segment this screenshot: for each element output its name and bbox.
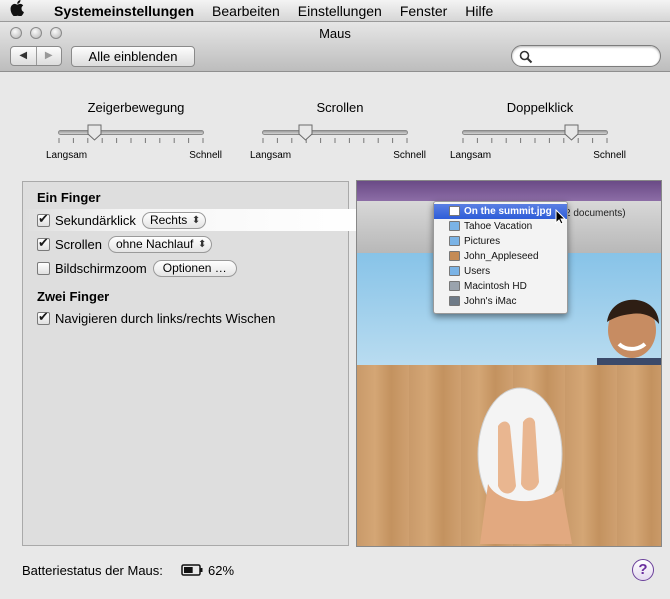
preferences-window: Maus ◀ ▶ Alle einblenden Zeigerbewegung … [0,22,670,599]
back-forward-control: ◀ ▶ [10,46,62,66]
slider-max-label: Schnell [189,150,222,161]
slider-max-label: Schnell [393,150,426,161]
path-menu-item-label: Macintosh HD [464,281,527,292]
secondary-click-row: Sekundärklick Rechts [37,210,207,230]
menu-app-name[interactable]: Systemeinstellungen [34,3,203,19]
slider-ticks [262,138,408,143]
folder-icon [449,266,460,276]
path-menu-item-label: John's iMac [464,296,517,307]
scrolling-popup[interactable]: ohne Nachlauf [107,235,213,253]
path-menu-item[interactable]: John_Appleseed [434,249,567,264]
window-title: Maus [319,26,351,41]
path-menu-item-label: John_Appleseed [464,251,539,262]
computer-icon [449,296,460,306]
window-toolbar: Maus ◀ ▶ Alle einblenden [0,22,670,72]
home-icon [449,251,460,261]
magic-mouse-photo [477,387,572,544]
search-icon [519,50,533,64]
two-finger-heading: Zwei Finger [37,289,110,304]
menu-bearbeiten[interactable]: Bearbeiten [203,3,289,19]
menu-hilfe[interactable]: Hilfe [456,3,502,19]
path-menu-item-label: Pictures [464,236,501,247]
slider-thumb[interactable] [87,124,102,141]
menu-einstellungen[interactable]: Einstellungen [289,3,391,19]
forward-arrow-icon[interactable]: ▶ [35,47,62,65]
slider-track[interactable] [262,130,408,135]
menu-bar: Systemeinstellungen Bearbeiten Einstellu… [0,0,670,22]
path-menu-item[interactable]: John's iMac [434,294,567,309]
search-field[interactable] [511,45,661,67]
mouse-pointer-icon [555,209,567,225]
search-input[interactable] [534,48,652,64]
secondary-click-label: Sekundärklick [55,212,136,228]
preview-person-photo [597,299,661,368]
battery-status-label: Batteriestatus der Maus: [22,563,163,578]
gesture-options-panel: Ein Finger Sekundärklick Rechts Scrollen… [22,181,364,546]
gesture-preview-video: 2 documents) On the summit.jpg Tahoe Vaca… [356,180,662,547]
one-finger-heading: Ein Finger [37,190,101,205]
swipe-navigation-label: Navigieren durch links/rechts Wischen [55,310,276,326]
secondary-click-popup[interactable]: Rechts [141,211,207,229]
slider-title: Doppelklick [506,100,574,115]
hard-disk-icon [449,281,460,291]
path-menu-item[interactable]: Tahoe Vacation [434,219,567,234]
apple-menu-icon[interactable] [0,0,34,21]
show-all-button[interactable]: Alle einblenden [71,46,195,67]
scrolling-speed-slider[interactable]: Scrollen Langsam Schnell [250,100,430,170]
scrolling-row: Scrollen ohne Nachlauf [37,234,213,254]
secondary-click-checkbox[interactable] [37,211,50,227]
tracking-speed-slider[interactable]: Zeigerbewegung Langsam Schnell [46,100,226,170]
path-menu-item-label: On the summit.jpg [464,206,552,217]
slider-ticks [462,138,608,143]
screen-zoom-row: Bildschirmzoom Optionen … [37,258,237,278]
preview-documents-text: 2 documents) [565,208,626,219]
slider-thumb[interactable] [298,124,313,141]
swipe-navigation-row: Navigieren durch links/rechts Wischen [37,308,275,328]
scrolling-label: Scrollen [55,236,102,252]
folder-icon [449,236,460,246]
screen-zoom-options-button[interactable]: Optionen … [152,259,237,277]
slider-thumb[interactable] [564,124,579,141]
scrolling-checkbox[interactable] [37,235,50,251]
menu-fenster[interactable]: Fenster [391,3,456,19]
slider-min-label: Langsam [250,150,292,161]
battery-icon [181,564,203,576]
path-menu-item[interactable]: Users [434,264,567,279]
path-menu-item[interactable]: Macintosh HD [434,279,567,294]
path-menu-item-label: Tahoe Vacation [464,221,533,232]
slider-title: Scrollen [316,100,364,115]
swipe-navigation-checkbox[interactable] [37,309,50,325]
image-file-icon [449,206,460,216]
screen-zoom-label: Bildschirmzoom [55,260,147,276]
back-arrow-icon[interactable]: ◀ [11,47,36,65]
help-button[interactable]: ? [632,559,654,581]
slider-min-label: Langsam [46,150,88,161]
slider-title: Zeigerbewegung [87,100,185,115]
slider-max-label: Schnell [593,150,626,161]
preview-desktop-strip [357,181,661,201]
slider-track[interactable] [58,130,204,135]
battery-percent: 62% [208,563,235,578]
folder-icon [449,221,460,231]
path-menu-item[interactable]: Pictures [434,234,567,249]
path-menu-item[interactable]: On the summit.jpg [434,204,567,219]
slider-min-label: Langsam [450,150,492,161]
slider-track[interactable] [462,130,608,135]
path-popup-menu: On the summit.jpg Tahoe Vacation Pictures J… [433,201,568,314]
double-click-slider[interactable]: Doppelklick Langsam Schnell [450,100,630,170]
slider-ticks [58,138,204,143]
screen-zoom-checkbox[interactable] [37,261,50,275]
path-menu-item-label: Users [464,266,491,277]
